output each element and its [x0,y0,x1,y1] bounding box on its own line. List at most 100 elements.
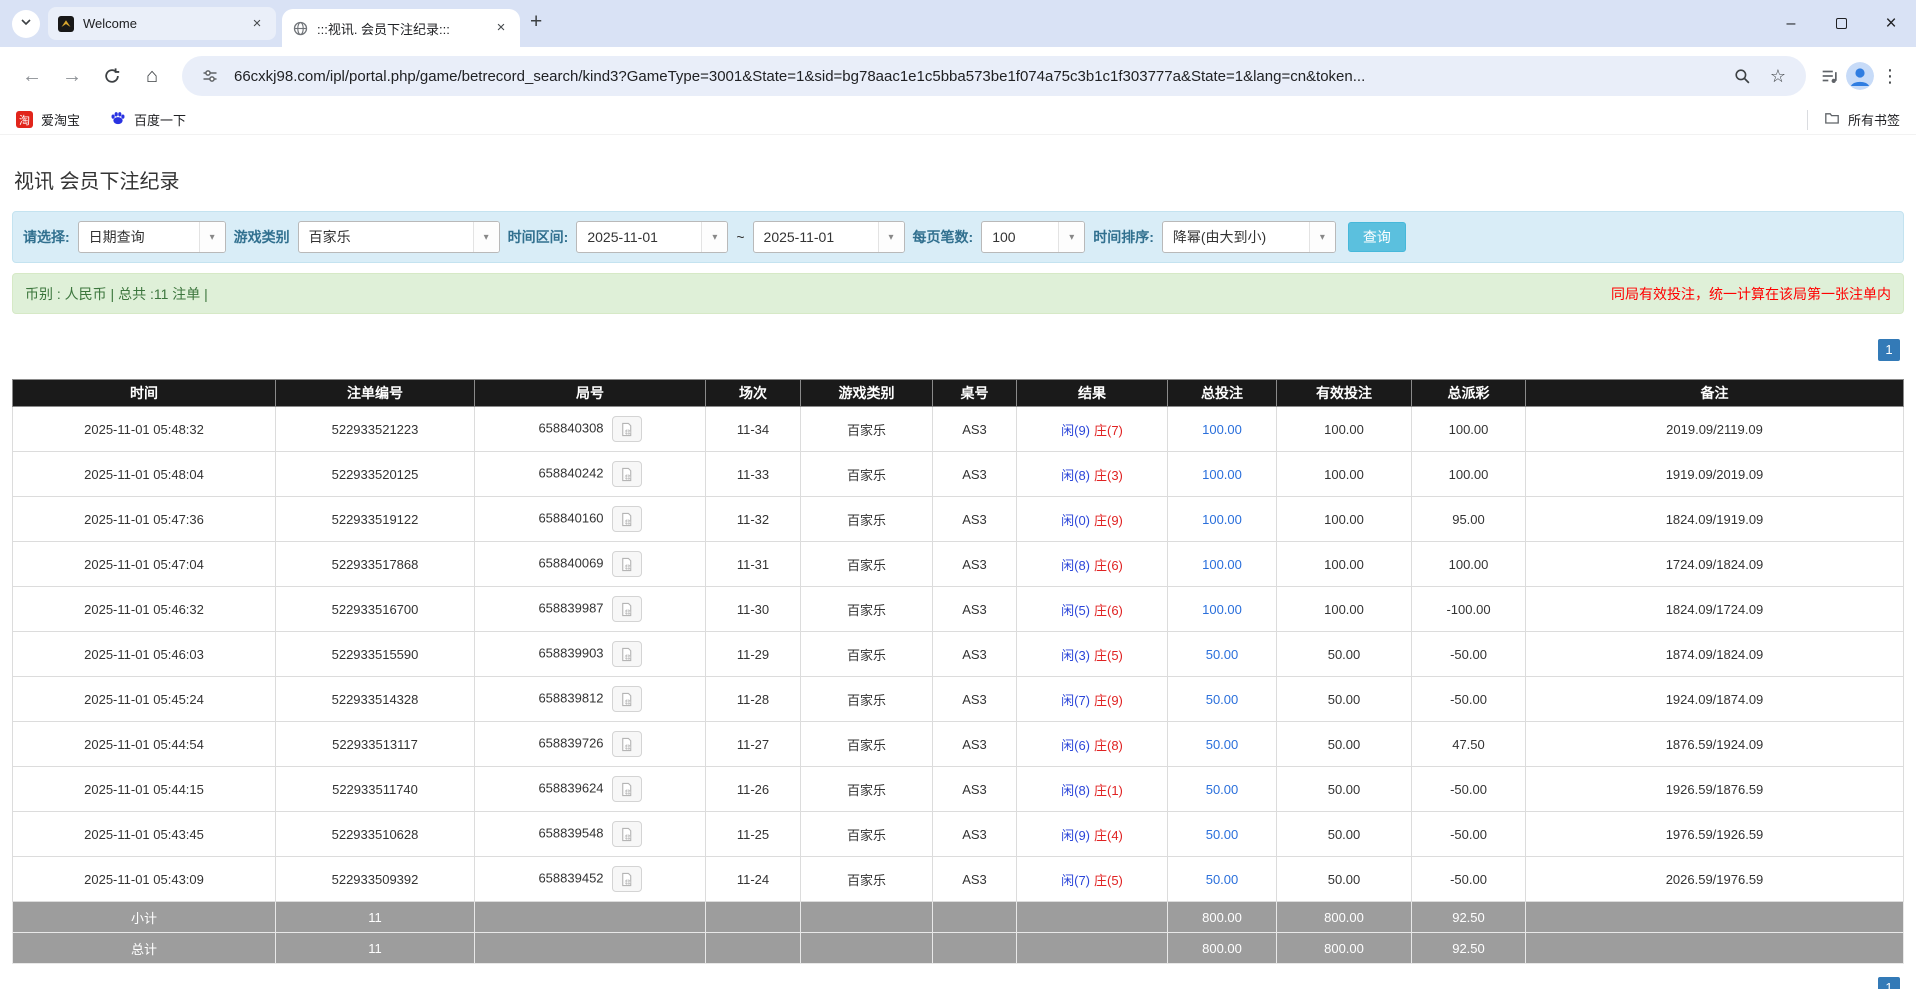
bookmark-taobao[interactable]: 淘 爱淘宝 [16,110,80,129]
cell-time: 2025-11-01 05:46:32 [13,587,276,632]
chevron-down-icon[interactable]: ▾ [701,222,727,252]
video-replay-button[interactable] [612,506,642,532]
page-1-button[interactable]: 1 [1878,977,1900,989]
cell-payout: 100.00 [1412,407,1526,452]
total-bet-link[interactable]: 100.00 [1202,557,1242,572]
cell-round: 658840160 [475,497,706,542]
cell-total-bet: 100.00 [1168,452,1277,497]
cell-result: 闲(3)庄(5) [1017,632,1168,677]
cell-table: AS3 [933,857,1017,902]
reload-button[interactable] [94,58,130,94]
total-bet-link[interactable]: 50.00 [1206,737,1239,752]
profile-avatar[interactable] [1846,62,1874,90]
video-replay-button[interactable] [612,461,642,487]
cell-round: 658840242 [475,452,706,497]
cell-game: 百家乐 [801,542,933,587]
tab-welcome[interactable]: Welcome × [48,7,276,40]
total-bet-link[interactable]: 50.00 [1206,872,1239,887]
cell-session: 11-31 [706,542,801,587]
cell-session: 11-30 [706,587,801,632]
tab-betrecord[interactable]: :::视讯. 会员下注纪录::: × [282,9,520,47]
video-replay-button[interactable] [612,596,642,622]
chevron-down-icon[interactable]: ▾ [199,222,225,252]
subtotal-payout: 92.50 [1412,902,1526,933]
sort-order-select[interactable]: 降幂(由大到小) ▾ [1162,221,1336,253]
chevron-down-icon[interactable]: ▾ [1309,222,1335,252]
close-tab-icon[interactable]: × [492,19,510,37]
taobao-icon: 淘 [16,111,33,128]
cell-session: 11-24 [706,857,801,902]
table-row: 2025-11-01 05:47:36 522933519122 6588401… [13,497,1904,542]
select-type-label: 请选择: [23,227,70,247]
result-banker: 庄(3) [1094,468,1123,483]
result-banker: 庄(4) [1094,828,1123,843]
cell-bet-id: 522933515590 [276,632,475,677]
date-from-select[interactable]: 2025-11-01 ▾ [576,221,728,253]
chevron-down-icon[interactable]: ▾ [1058,222,1084,252]
all-bookmarks-button[interactable]: 所有书签 [1807,110,1900,130]
forward-button[interactable]: → [54,58,90,94]
cell-remark: 1976.59/1926.59 [1526,812,1904,857]
cell-game: 百家乐 [801,812,933,857]
site-settings-tune-icon[interactable] [198,64,222,88]
sort-order-label: 时间排序: [1093,227,1154,247]
total-bet-link[interactable]: 50.00 [1206,647,1239,662]
close-tab-icon[interactable]: × [248,15,266,33]
video-replay-button[interactable] [612,731,642,757]
cell-time: 2025-11-01 05:47:04 [13,542,276,587]
home-button[interactable]: ⌂ [134,58,170,94]
total-bet-link[interactable]: 100.00 [1202,512,1242,527]
video-replay-button[interactable] [612,776,642,802]
chevron-down-icon[interactable]: ▾ [878,222,904,252]
page-1-button[interactable]: 1 [1878,339,1900,361]
game-type-select[interactable]: 百家乐 ▾ [298,221,500,253]
url-text[interactable]: 66cxkj98.com/ipl/portal.php/game/betreco… [234,68,1718,85]
address-bar[interactable]: 66cxkj98.com/ipl/portal.php/game/betreco… [182,56,1806,96]
total-bet-link[interactable]: 50.00 [1206,827,1239,842]
maximize-button[interactable] [1816,0,1866,47]
video-replay-button[interactable] [612,416,642,442]
cell-game: 百家乐 [801,452,933,497]
valid-bet-notice: 同局有效投注，统一计算在该局第一张注单内 [1611,284,1891,304]
total-bet-link[interactable]: 100.00 [1202,602,1242,617]
media-controls-icon[interactable] [1818,64,1842,88]
back-button[interactable]: ← [14,58,50,94]
total-bet-link[interactable]: 50.00 [1206,782,1239,797]
query-type-select[interactable]: 日期查询 ▾ [78,221,226,253]
subtotal-total-bet: 800.00 [1168,902,1277,933]
close-window-button[interactable]: × [1866,0,1916,47]
cell-remark: 1924.09/1874.09 [1526,677,1904,722]
bookmark-baidu[interactable]: 百度一下 [110,110,186,129]
cell-payout: 100.00 [1412,452,1526,497]
cell-empty [706,902,801,933]
video-replay-button[interactable] [612,686,642,712]
browser-menu-icon[interactable]: ⋮ [1878,66,1902,87]
minimize-button[interactable]: – [1766,0,1816,47]
total-bet-link[interactable]: 100.00 [1202,467,1242,482]
video-replay-button[interactable] [612,866,642,892]
browser-toolbar: ← → ⌂ 66cxkj98.com/ipl/portal.php/game/b… [0,47,1916,105]
result-banker: 庄(8) [1094,738,1123,753]
cell-bet-id: 522933513117 [276,722,475,767]
new-tab-button[interactable]: + [530,10,542,34]
zoom-icon[interactable] [1730,64,1754,88]
filter-panel: 请选择: 日期查询 ▾ 游戏类别 百家乐 ▾ 时间区间: 2025-11-01 … [12,211,1904,263]
total-payout: 92.50 [1412,933,1526,964]
tab-search-button[interactable] [12,10,40,38]
video-replay-button[interactable] [612,551,642,577]
cell-game: 百家乐 [801,677,933,722]
video-replay-button[interactable] [612,641,642,667]
cell-table: AS3 [933,812,1017,857]
chevron-down-icon[interactable]: ▾ [473,222,499,252]
per-page-select[interactable]: 100 ▾ [981,221,1085,253]
cell-valid-bet: 50.00 [1277,632,1412,677]
total-bet-link[interactable]: 50.00 [1206,692,1239,707]
cell-total-bet: 100.00 [1168,407,1277,452]
table-row: 2025-11-01 05:43:09 522933509392 6588394… [13,857,1904,902]
total-bet-link[interactable]: 100.00 [1202,422,1242,437]
date-to-select[interactable]: 2025-11-01 ▾ [753,221,905,253]
bookmark-star-icon[interactable]: ☆ [1766,64,1790,88]
video-replay-button[interactable] [612,821,642,847]
search-button[interactable]: 查询 [1348,222,1406,252]
cell-round: 658839903 [475,632,706,677]
